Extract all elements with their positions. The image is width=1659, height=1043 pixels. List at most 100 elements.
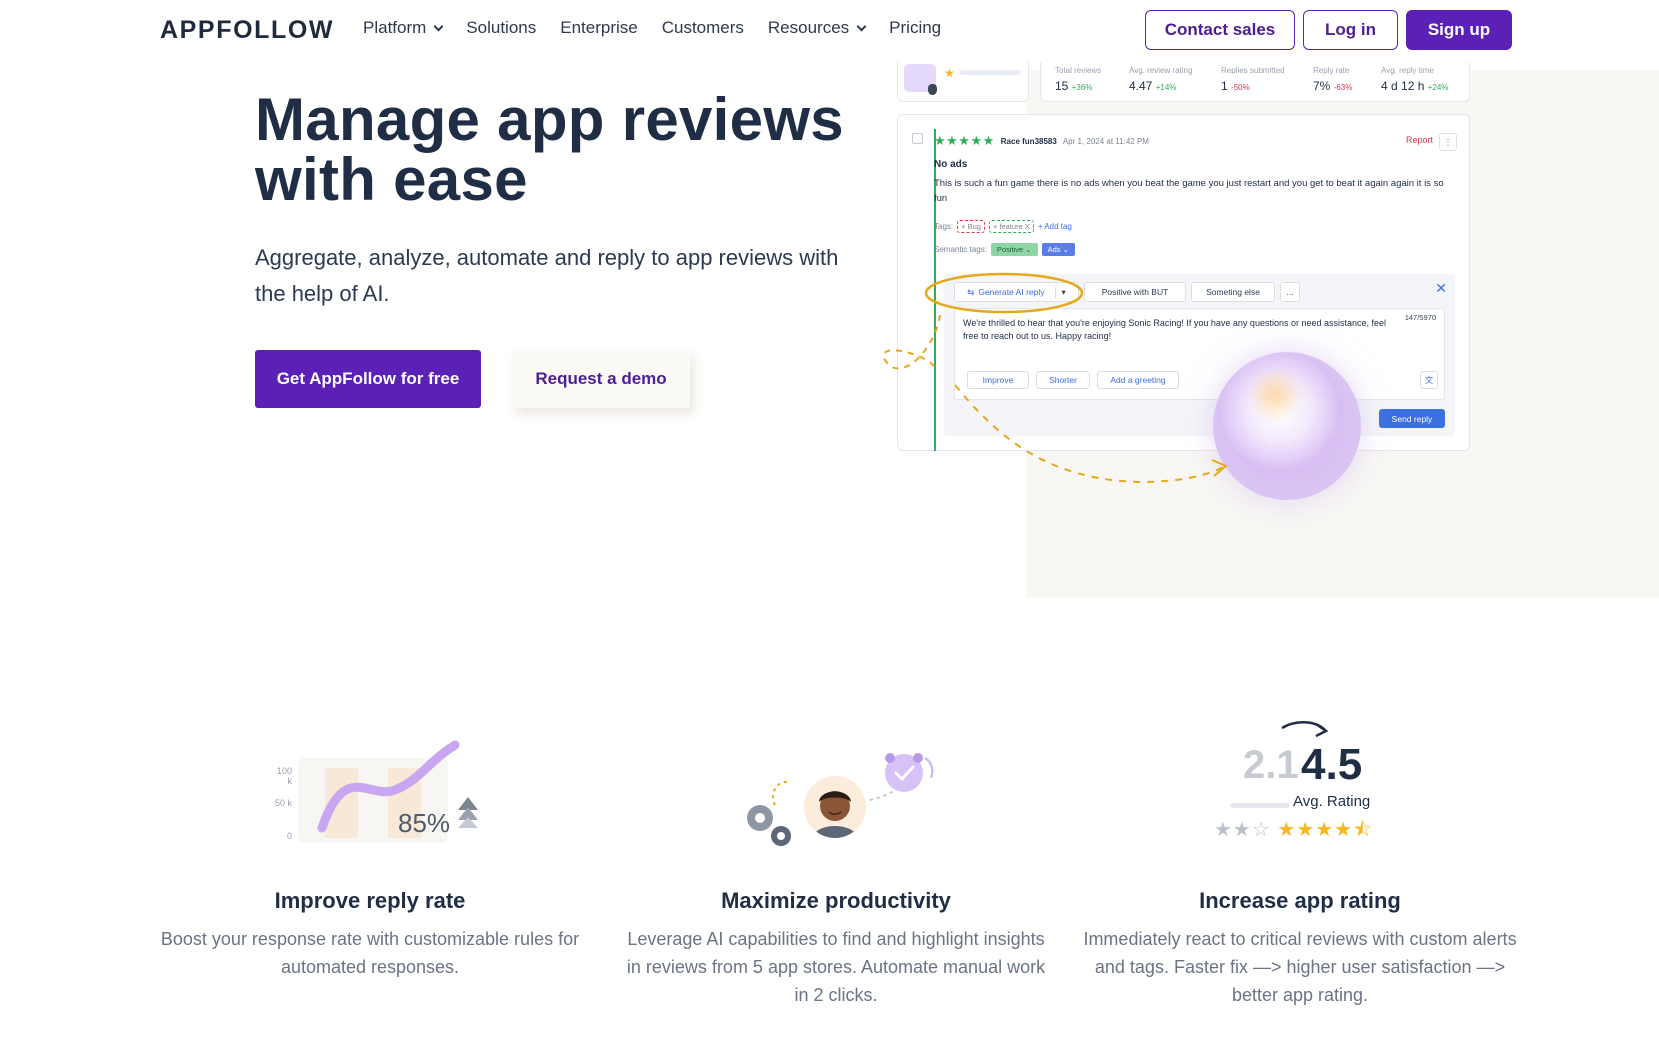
review-date: Apr 1, 2024 at 11:42 PM bbox=[1062, 136, 1149, 146]
stat-label: Reply rate bbox=[1313, 66, 1350, 75]
review-title: No ads bbox=[934, 159, 968, 170]
improve-button[interactable]: Improve bbox=[967, 371, 1029, 389]
stat-delta: +36% bbox=[1071, 83, 1093, 92]
nav-platform[interactable]: Platform bbox=[363, 18, 444, 38]
review-body: ★★★★★ Race fun38583 Apr 1, 2024 at 11:42… bbox=[934, 133, 1454, 256]
more-options-icon[interactable]: ⋮ bbox=[1439, 133, 1457, 151]
appfollow-logo[interactable]: APPFOLLOW bbox=[160, 16, 334, 45]
app-card: ★ bbox=[897, 62, 1029, 102]
stat-delta: -63% bbox=[1333, 83, 1353, 92]
reply-text: We're thrilled to hear that you're enjoy… bbox=[963, 318, 1387, 341]
semantic-tag-ads[interactable]: Ads ⌄ bbox=[1041, 243, 1075, 256]
reply-panel: ⇆ Generate AI reply ▾ Positive with BUT So… bbox=[944, 274, 1455, 436]
nav-resources[interactable]: Resources bbox=[767, 18, 867, 38]
stat-label: Replies submitted bbox=[1221, 66, 1285, 75]
old-rating: 2.1 bbox=[1243, 743, 1299, 787]
feature-desc-productivity: Leverage AI capabilities to find and hig… bbox=[626, 929, 1046, 1005]
send-reply-button[interactable]: Send reply bbox=[1379, 409, 1445, 428]
generate-ai-reply-label: Generate AI reply bbox=[978, 287, 1045, 297]
axis-label: 50 k bbox=[274, 798, 292, 808]
stat-reply-rate: Reply rate 7% -63% bbox=[1313, 66, 1352, 93]
ai-orb-highlight bbox=[1245, 370, 1305, 420]
arrow-up-icon bbox=[458, 797, 478, 810]
reply-textarea[interactable]: We're thrilled to hear that you're enjoy… bbox=[954, 308, 1445, 400]
chart-bar bbox=[325, 768, 358, 838]
stat-label: Avg. review rating bbox=[1129, 66, 1193, 75]
semantic-tag-label: Positive bbox=[996, 245, 1024, 254]
stat-avg-rating: Avg. review rating 4.47 +14% bbox=[1129, 66, 1192, 93]
nav-customers[interactable]: Customers bbox=[662, 18, 744, 38]
chevron-down-icon[interactable]: ▾ bbox=[1054, 286, 1066, 298]
add-greeting-button[interactable]: Add a greeting bbox=[1097, 371, 1179, 389]
gear-icon bbox=[747, 805, 773, 831]
sparkle-icon: ⇆ bbox=[967, 286, 975, 297]
nav-pricing[interactable]: Pricing bbox=[889, 18, 941, 38]
add-tag-link[interactable]: + Add tag bbox=[1038, 222, 1072, 231]
tags-row: Tags: + Bug + feature X + Add tag bbox=[934, 220, 1454, 233]
stat-delta: +24% bbox=[1427, 83, 1449, 92]
top-navigation: APPFOLLOW Platform Solutions Enterprise … bbox=[0, 0, 1659, 60]
review-checkbox[interactable] bbox=[912, 133, 923, 144]
generate-ai-reply-button[interactable]: ⇆ Generate AI reply ▾ bbox=[954, 282, 1079, 302]
axis-label: 0 bbox=[286, 831, 292, 841]
stat-value: 4 d 12 h bbox=[1381, 79, 1425, 93]
request-demo-button[interactable]: Request a demo bbox=[512, 350, 690, 408]
feature-title-reply-rate: Improve reply rate bbox=[274, 888, 466, 913]
curved-arrow-icon bbox=[1281, 721, 1326, 731]
five-star-rating-icon: ★★★★★ bbox=[934, 133, 995, 148]
avg-rating-label: Avg. Rating bbox=[1293, 793, 1371, 810]
signup-button[interactable]: Sign up bbox=[1406, 10, 1512, 50]
positive-with-but-option[interactable]: Positive with BUT bbox=[1084, 282, 1186, 302]
tags-label: Tags: bbox=[934, 222, 954, 231]
stat-label: Total reviews bbox=[1055, 66, 1102, 75]
more-options-button[interactable]: ... bbox=[1280, 282, 1300, 302]
stat-avg-reply-time: Avg. reply time 4 d 12 h +24% bbox=[1381, 66, 1448, 93]
placeholder-bar bbox=[960, 70, 1020, 75]
shorter-button[interactable]: Shorter bbox=[1036, 371, 1090, 389]
get-appfollow-free-button[interactable]: Get AppFollow for free bbox=[255, 350, 481, 408]
stat-replies-submitted: Replies submitted 1 -50% bbox=[1221, 66, 1285, 93]
something-else-option[interactable]: Someting else bbox=[1191, 282, 1275, 302]
stat-value: 4.47 bbox=[1129, 79, 1153, 93]
semantic-tags-row: Semantic tags: Positive ⌄ Ads ⌄ bbox=[934, 243, 1454, 256]
stat-label: Avg. reply time bbox=[1381, 66, 1434, 75]
semantic-tag-label: Ads bbox=[1047, 245, 1061, 254]
nav-platform-label: Platform bbox=[363, 18, 427, 37]
feature-title-productivity: Maximize productivity bbox=[721, 888, 951, 913]
hero-title: Manage app reviews with ease bbox=[255, 86, 844, 213]
gear-icon bbox=[771, 826, 791, 846]
arrow-up-icon bbox=[458, 817, 478, 828]
translate-icon[interactable]: 文 bbox=[1420, 371, 1438, 389]
stat-delta: -50% bbox=[1231, 83, 1250, 92]
semantic-tags-label: Semantic tags: bbox=[934, 245, 987, 254]
review-author: Race fun38583 bbox=[1000, 136, 1057, 146]
stats-card: Total reviews 15 +36% Avg. review rating 4… bbox=[1040, 62, 1470, 102]
tag-bug[interactable]: + Bug bbox=[957, 220, 985, 233]
person-avatar-icon bbox=[812, 791, 858, 838]
reply-rate-percent: 85% bbox=[398, 808, 451, 838]
feature-title-app-rating: Increase app rating bbox=[1199, 888, 1401, 913]
tag-feature[interactable]: + feature X bbox=[988, 220, 1034, 233]
avatar bbox=[804, 776, 866, 838]
feature-desc-app-rating: Immediately react to critical reviews wi… bbox=[1083, 929, 1517, 1005]
chevron-down-icon bbox=[433, 21, 444, 31]
nav-links: Platform Solutions Enterprise Customers … bbox=[363, 18, 965, 38]
stat-delta: +14% bbox=[1155, 83, 1177, 92]
feature-desc-reply-rate: Boost your response rate with customizab… bbox=[160, 929, 580, 977]
rating-stars-icon: ★★☆ ★★★★⯪ bbox=[1214, 819, 1374, 841]
nav-enterprise[interactable]: Enterprise bbox=[560, 18, 637, 38]
nav-resources-label: Resources bbox=[767, 18, 850, 37]
report-link[interactable]: Report bbox=[1406, 135, 1433, 145]
close-icon[interactable]: ✕ bbox=[1435, 280, 1447, 297]
new-rating: 4.5 bbox=[1301, 740, 1363, 789]
chevron-down-icon bbox=[856, 21, 867, 31]
stat-value: 1 bbox=[1221, 79, 1228, 93]
semantic-tag-positive[interactable]: Positive ⌄ bbox=[990, 243, 1038, 256]
char-counter: 147/5970 bbox=[1404, 313, 1436, 322]
review-meta: ★★★★★ Race fun38583 Apr 1, 2024 at 11:42… bbox=[934, 133, 1454, 149]
stat-value: 15 bbox=[1055, 79, 1069, 93]
contact-sales-button[interactable]: Contact sales bbox=[1145, 10, 1295, 50]
nav-solutions[interactable]: Solutions bbox=[466, 18, 536, 38]
apple-icon bbox=[928, 84, 937, 95]
login-button[interactable]: Log in bbox=[1303, 10, 1398, 50]
